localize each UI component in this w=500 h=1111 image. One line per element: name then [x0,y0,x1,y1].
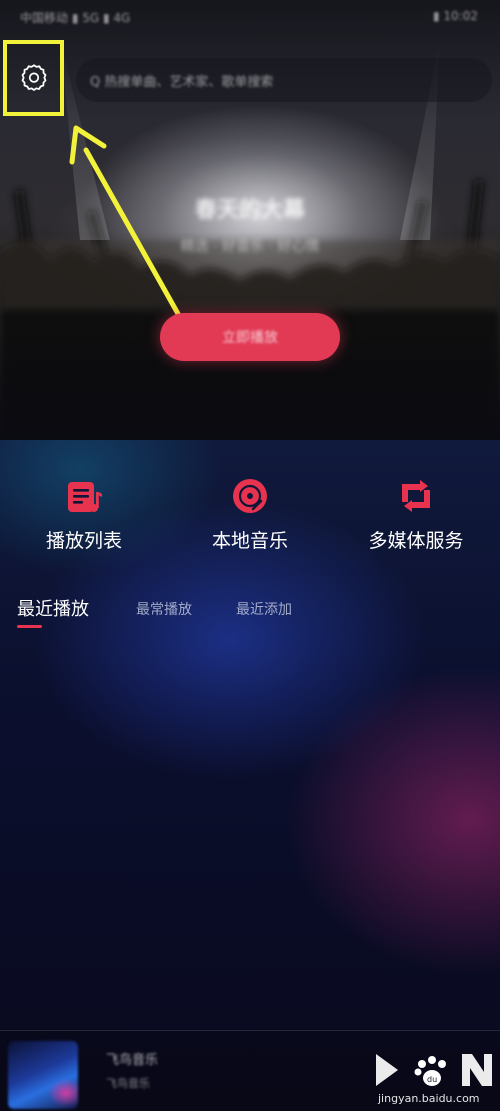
vinyl-disc-icon [233,479,267,513]
entry-playlist-label: 播放列表 [45,530,122,552]
play-now-button[interactable]: 立即播放 [160,313,340,361]
play-now-label: 立即播放 [222,330,278,346]
search-placeholder: Q 热搜单曲、艺术家、歌单搜索 [90,75,274,90]
entry-local-music-label: 本地音乐 [211,530,288,552]
tab-recently-played[interactable]: 最近播放 [17,595,89,621]
status-time: ▮ 10:02 [433,9,478,23]
search-bar[interactable]: Q 热搜单曲、艺术家、歌单搜索 [76,58,492,102]
entry-multimedia-service[interactable]: 多媒体服务 [336,470,496,560]
status-carrier: 中国移动 ▮ 5G ▮ 4G [20,11,131,25]
banner-subtitle: 精选 · 好音乐 · 好心情 [180,239,320,255]
quick-entries: 播放列表 本地音乐 多媒体服务 [0,470,500,560]
playlist-icon [68,482,102,512]
active-tab-indicator [17,625,42,628]
tab-recently-added[interactable]: 最近添加 [236,599,292,619]
tab-bar: 最近播放 最常播放 最近添加 [0,592,500,632]
gear-icon [21,64,47,91]
banner-title: 春天的大幕 [194,198,305,223]
settings-button[interactable] [6,40,62,114]
music-app-screen: 中国移动 ▮ 5G ▮ 4G ▮ 10:02 Q 热搜单曲、艺术家、歌单搜索 春… [0,0,500,1111]
media-swap-icon [402,480,430,512]
mini-player[interactable]: 飞鸟音乐 飞鸟音乐 [0,1031,500,1111]
tab-most-played[interactable]: 最常播放 [136,599,192,619]
album-art[interactable] [8,1041,78,1109]
now-playing-title: 飞鸟音乐 [106,1053,159,1068]
hero-banner[interactable]: 中国移动 ▮ 5G ▮ 4G ▮ 10:02 Q 热搜单曲、艺术家、歌单搜索 春… [0,0,500,440]
entry-local-music[interactable]: 本地音乐 [170,470,330,560]
entry-playlist[interactable]: 播放列表 [4,470,164,560]
entry-multimedia-service-label: 多媒体服务 [368,530,464,552]
status-bar: 中国移动 ▮ 5G ▮ 4G ▮ 10:02 [0,0,500,36]
now-playing-artist: 飞鸟音乐 [106,1077,150,1090]
